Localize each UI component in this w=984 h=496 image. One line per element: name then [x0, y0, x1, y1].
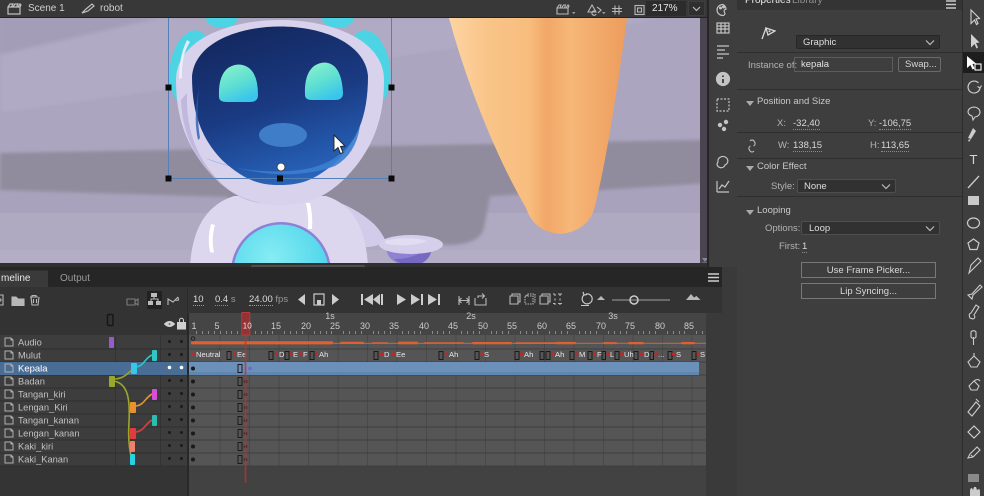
- svg-text:Ah: Ah: [524, 350, 533, 359]
- svg-text:Lengan_Kiri: Lengan_Kiri: [18, 403, 68, 413]
- svg-text:5: 5: [214, 321, 219, 331]
- svg-text:...: ...: [658, 350, 664, 359]
- svg-text:S: S: [484, 350, 489, 359]
- svg-text:Tangan_kanan: Tangan_kanan: [18, 416, 79, 426]
- svg-text:55: 55: [507, 321, 517, 331]
- svg-text:D: D: [384, 350, 390, 359]
- svg-text:Kaki_Kanan: Kaki_Kanan: [18, 455, 68, 465]
- svg-text:Ee: Ee: [396, 350, 405, 359]
- svg-text:Mulut: Mulut: [18, 351, 41, 361]
- svg-text:85: 85: [684, 321, 694, 331]
- svg-text:Ah: Ah: [555, 350, 564, 359]
- svg-text:D: D: [279, 350, 285, 359]
- svg-text:T: T: [970, 152, 978, 167]
- svg-text:15: 15: [271, 321, 281, 331]
- svg-text:Uh: Uh: [624, 350, 634, 359]
- svg-text:Ah: Ah: [449, 350, 458, 359]
- svg-text:10: 10: [243, 322, 252, 331]
- svg-text:E: E: [293, 350, 298, 359]
- svg-text:Badan: Badan: [18, 377, 45, 387]
- svg-text:L: L: [610, 350, 614, 359]
- svg-text:80: 80: [655, 321, 665, 331]
- svg-text:Ah: Ah: [319, 350, 328, 359]
- svg-text:70: 70: [596, 321, 606, 331]
- svg-text:F: F: [597, 350, 602, 359]
- svg-text:Lengan_kanan: Lengan_kanan: [18, 429, 80, 439]
- svg-text:F: F: [303, 350, 308, 359]
- svg-text:35: 35: [389, 321, 399, 331]
- svg-text:30: 30: [360, 321, 370, 331]
- svg-text:Neutral: Neutral: [196, 350, 221, 359]
- svg-text:60: 60: [537, 321, 547, 331]
- svg-text:Output: Output: [60, 273, 90, 284]
- svg-text:S: S: [676, 350, 681, 359]
- svg-text:S: S: [700, 350, 705, 359]
- svg-text:45: 45: [448, 321, 458, 331]
- svg-text:meline: meline: [1, 273, 31, 284]
- svg-text:Kepala: Kepala: [18, 364, 48, 375]
- svg-text:75: 75: [625, 321, 635, 331]
- svg-text:Tangan_kiri: Tangan_kiri: [18, 390, 66, 400]
- svg-text:Kaki_kiri: Kaki_kiri: [18, 442, 53, 452]
- svg-text:65: 65: [566, 321, 576, 331]
- svg-text:20: 20: [301, 321, 311, 331]
- svg-text:40: 40: [419, 321, 429, 331]
- svg-text:25: 25: [330, 321, 340, 331]
- svg-text:1: 1: [191, 321, 196, 331]
- svg-text:Audio: Audio: [18, 338, 42, 348]
- svg-text:50: 50: [478, 321, 488, 331]
- svg-text:D: D: [644, 350, 650, 359]
- svg-text:M: M: [579, 350, 585, 359]
